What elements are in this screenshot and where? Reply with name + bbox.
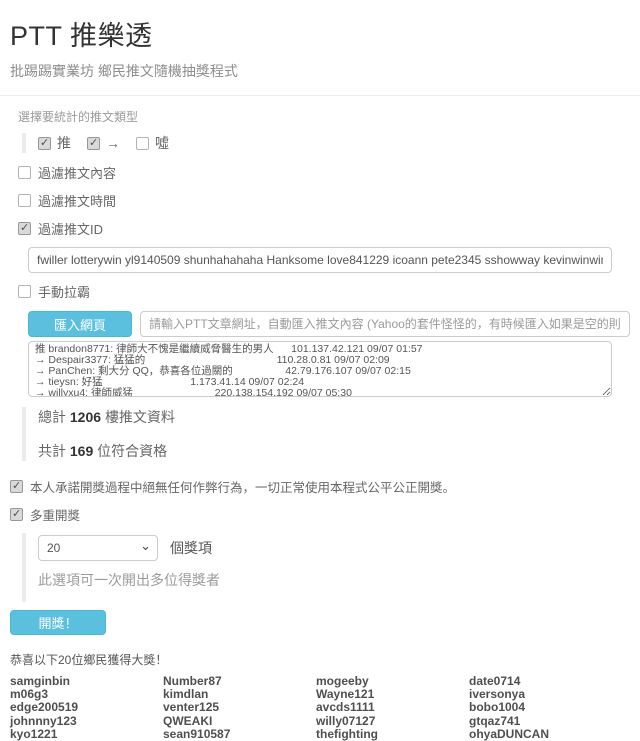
filter-content-row: 過濾推文內容 xyxy=(18,163,630,182)
push-type-option-arrow: → xyxy=(87,135,120,151)
qualified-stat: 共計 169 位符合資格 xyxy=(38,441,630,461)
article-url-input[interactable] xyxy=(140,311,630,337)
page-title: PTT 推樂透 xyxy=(10,14,630,53)
total-count: 1206 xyxy=(70,409,101,425)
winner-name: johnnny123 xyxy=(10,715,163,728)
multi-draw-hint: 此選項可一次開出多位得獎者 xyxy=(38,570,630,590)
congrats-message: 恭喜以下20位鄉民獲得大獎！ xyxy=(10,651,630,668)
multi-draw-row: 多重開獎 xyxy=(10,505,630,524)
filter-id-label: 過濾推文ID xyxy=(38,219,103,238)
winner-name: willy07127 xyxy=(316,715,469,728)
filter-time-row: 過濾推文時間 xyxy=(18,191,630,210)
winner-name: edge200519 xyxy=(10,701,163,714)
push-type-option-push: 推 xyxy=(38,133,71,153)
total-prefix: 總計 xyxy=(38,409,66,425)
qualified-prefix: 共計 xyxy=(38,443,66,459)
ptt-lottery-page: { "header": { "title": "PTT 推樂透", "subti… xyxy=(0,0,640,532)
filter-id-checkbox[interactable] xyxy=(18,222,31,235)
total-suffix: 樓推文資料 xyxy=(105,409,175,425)
manual-slot-label: 手動拉霸 xyxy=(38,282,90,301)
winners-grid: samginbin m06g3 edge200519 johnnny123 ky… xyxy=(10,675,630,741)
fairness-promise-label: 本人承諾開獎過程中絕無任何作弊行為，一切正常使用本程式公平公正開獎。 xyxy=(30,477,455,496)
boo-checkbox-label: 噓 xyxy=(155,133,169,153)
arrow-checkbox[interactable] xyxy=(87,137,100,150)
push-type-options-group: 推 → 噓 xyxy=(22,133,630,153)
prize-count-select[interactable]: 20 xyxy=(38,535,158,561)
divider xyxy=(0,95,640,96)
winner-name: sean910587 xyxy=(163,728,316,741)
total-comments-stat: 總計 1206 樓推文資料 xyxy=(38,407,630,427)
prize-count-select-wrap: 20 ⌄ xyxy=(38,535,158,561)
filter-time-checkbox[interactable] xyxy=(18,194,31,207)
push-type-section-label: 選擇要統計的推文類型 xyxy=(18,108,630,125)
winner-name: avcds1111 xyxy=(316,701,469,714)
winners-column-3: mogeeby Wayne121 avcds1111 willy07127 th… xyxy=(316,675,469,741)
fairness-promise-row: 本人承諾開獎過程中絕無任何作弊行為，一切正常使用本程式公平公正開獎。 xyxy=(10,477,630,496)
winner-name: thefighting xyxy=(316,728,469,741)
winner-name: kyo1221 xyxy=(10,728,163,741)
prize-count-line: 20 ⌄ 個獎項 xyxy=(38,535,630,561)
qualified-suffix: 位符合資格 xyxy=(97,443,167,459)
fairness-promise-checkbox[interactable] xyxy=(10,480,23,493)
multi-draw-checkbox[interactable] xyxy=(10,508,23,521)
comments-textarea[interactable]: 推 brandon8771: 律師大不愧是繼續威脅醫生的男人 101.137.4… xyxy=(28,341,612,397)
winner-name: m06g3 xyxy=(10,688,163,701)
filter-time-label: 過濾推文時間 xyxy=(38,191,116,210)
winner-name: QWEAKI xyxy=(163,715,316,728)
winner-name: samginbin xyxy=(10,675,163,688)
multi-draw-label: 多重開獎 xyxy=(30,505,80,524)
winner-name: iversonya xyxy=(469,688,622,701)
winner-name: mogeeby xyxy=(316,675,469,688)
stats-group: 總計 1206 樓推文資料 共計 169 位符合資格 xyxy=(22,407,630,461)
filter-content-label: 過濾推文內容 xyxy=(38,163,116,182)
manual-slot-checkbox[interactable] xyxy=(18,285,31,298)
push-checkbox-label: 推 xyxy=(57,133,71,153)
winners-column-1: samginbin m06g3 edge200519 johnnny123 ky… xyxy=(10,675,163,741)
import-webpage-button[interactable]: 匯入網頁 xyxy=(28,311,132,337)
winner-name: Number87 xyxy=(163,675,316,688)
filter-content-checkbox[interactable] xyxy=(18,166,31,179)
push-type-option-boo: 噓 xyxy=(136,133,169,153)
prize-unit-label: 個獎項 xyxy=(170,538,212,558)
winner-name: date0714 xyxy=(469,675,622,688)
filter-id-input[interactable] xyxy=(28,247,612,273)
arrow-checkbox-label: → xyxy=(106,135,120,151)
import-row: 匯入網頁 xyxy=(28,311,630,337)
winner-name: Wayne121 xyxy=(316,688,469,701)
winner-name: kimdlan xyxy=(163,688,316,701)
winner-name: gtqaz741 xyxy=(469,715,622,728)
winner-name: bobo1004 xyxy=(469,701,622,714)
winners-column-2: Number87 kimdlan venter125 QWEAKI sean91… xyxy=(163,675,316,741)
qualified-count: 169 xyxy=(70,443,93,459)
draw-button[interactable]: 開獎！ xyxy=(10,610,106,635)
boo-checkbox[interactable] xyxy=(136,137,149,150)
push-checkbox[interactable] xyxy=(38,137,51,150)
prize-count-group: 20 ⌄ 個獎項 此選項可一次開出多位得獎者 xyxy=(22,533,630,602)
winners-column-4: date0714 iversonya bobo1004 gtqaz741 ohy… xyxy=(469,675,622,741)
filter-id-row: 過濾推文ID xyxy=(18,219,630,238)
page-subtitle: 批踢踢實業坊 鄉民推文隨機抽獎程式 xyxy=(10,61,630,81)
winner-name: ohyaDUNCAN xyxy=(469,728,622,741)
manual-slot-row: 手動拉霸 xyxy=(18,282,630,301)
winner-name: venter125 xyxy=(163,701,316,714)
